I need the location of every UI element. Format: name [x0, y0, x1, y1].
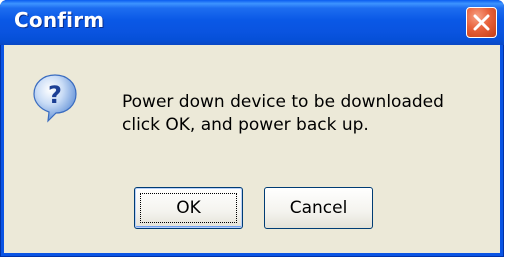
- cancel-button[interactable]: Cancel: [264, 187, 373, 229]
- confirm-dialog-window: Confirm ? Power down device to be downlo…: [0, 0, 504, 257]
- close-button[interactable]: [466, 7, 497, 38]
- ok-button[interactable]: OK: [134, 187, 243, 229]
- question-icon: ?: [33, 74, 77, 123]
- cancel-button-label: Cancel: [289, 198, 348, 218]
- message-line-1: Power down device to be downloaded: [122, 92, 444, 112]
- dialog-title: Confirm: [14, 8, 105, 32]
- svg-text:?: ?: [48, 81, 62, 109]
- dialog-message: Power down device to be downloaded click…: [122, 91, 444, 137]
- title-bar[interactable]: Confirm: [0, 0, 504, 45]
- message-line-2: click OK, and power back up.: [122, 115, 369, 135]
- dialog-body: ? Power down device to be downloaded cli…: [4, 45, 500, 253]
- close-icon: [473, 14, 490, 31]
- focus-rectangle: [140, 193, 237, 223]
